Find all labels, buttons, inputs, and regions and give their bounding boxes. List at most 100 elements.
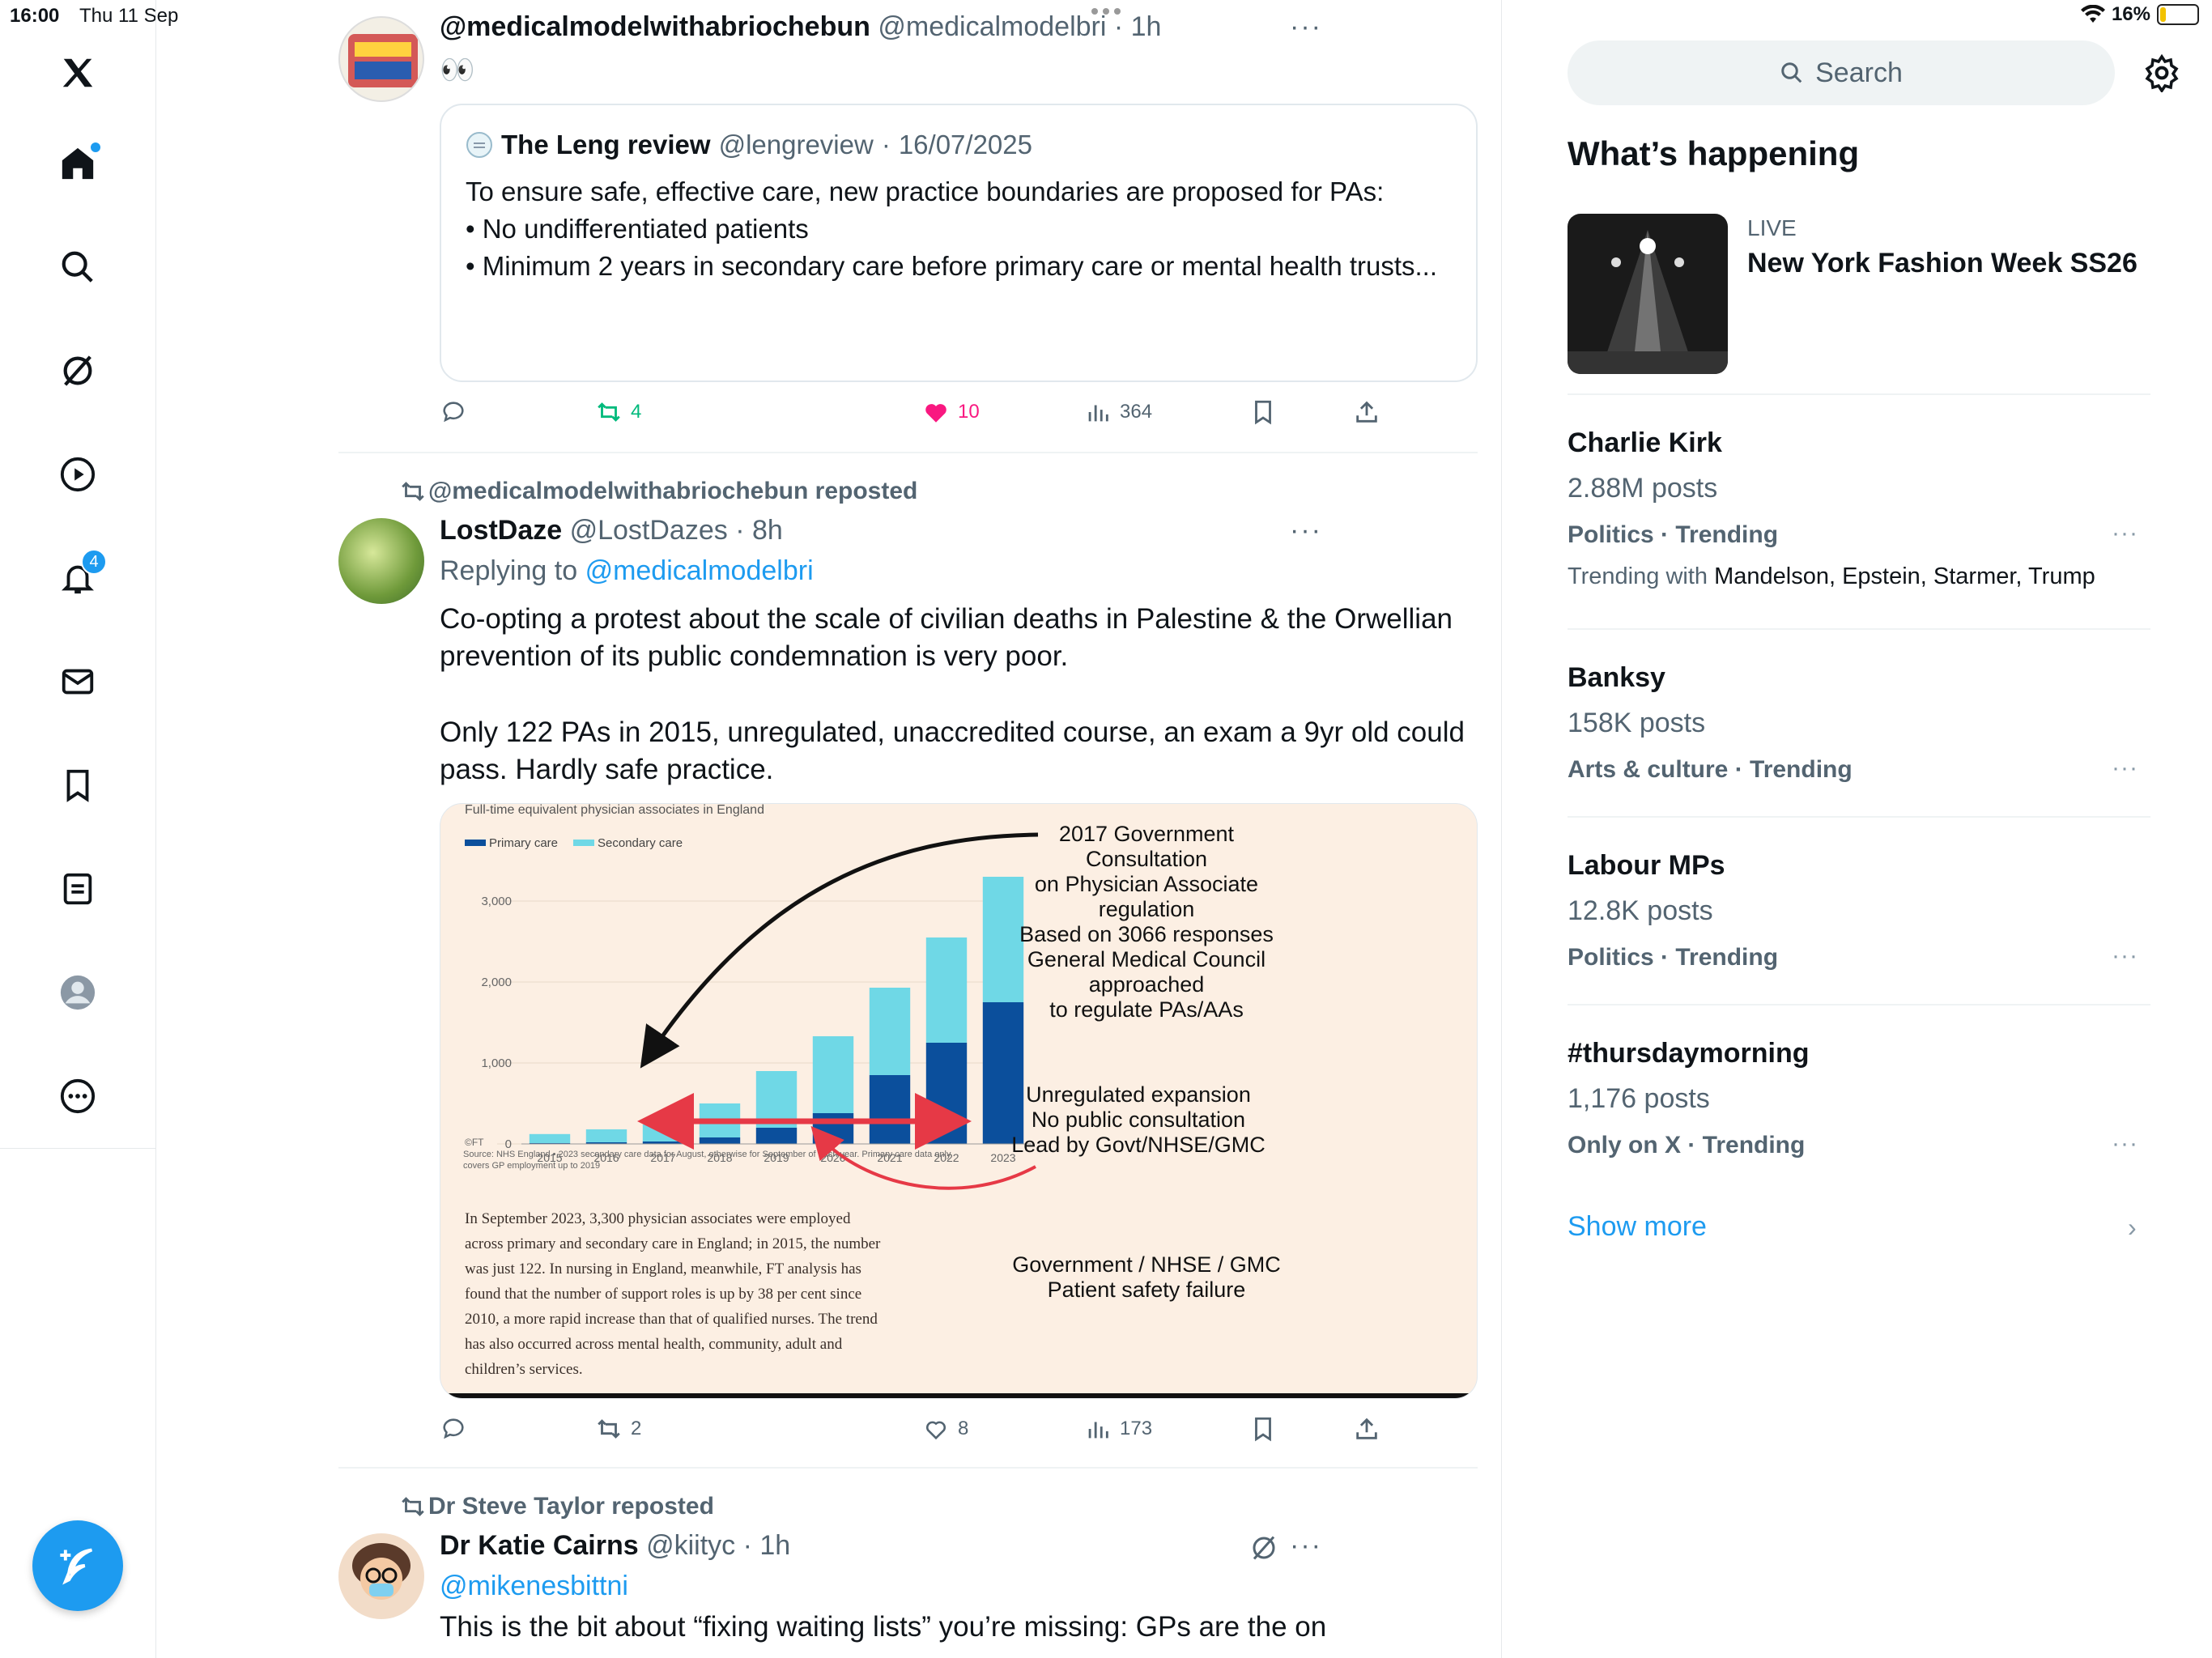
- settings-gear-icon[interactable]: [2142, 53, 2181, 94]
- search-input[interactable]: Search: [1568, 40, 2115, 105]
- views-button[interactable]: 173: [1084, 1415, 1152, 1443]
- search-placeholder: Search: [1815, 57, 1903, 88]
- avatar[interactable]: [338, 518, 424, 604]
- trend-more-icon[interactable]: ···: [2112, 942, 2138, 970]
- grok-icon[interactable]: [53, 346, 102, 395]
- author-handle[interactable]: @medicalmodelbri: [878, 11, 1106, 42]
- article-excerpt: In September 2023, 3,300 physician assoc…: [465, 1210, 881, 1378]
- reply-button[interactable]: [440, 1415, 467, 1443]
- trend-more-icon[interactable]: ···: [2112, 520, 2138, 547]
- lists-icon[interactable]: [53, 865, 102, 913]
- post-time[interactable]: 1h: [759, 1530, 790, 1561]
- live-event-title[interactable]: New York Fashion Week SS26: [1747, 248, 2138, 279]
- like-button[interactable]: 10: [922, 398, 980, 426]
- author-name[interactable]: Dr Katie Cairns: [440, 1530, 639, 1561]
- annotation-line: 2017 Government: [1059, 822, 1235, 846]
- bar-secondary-care: [925, 937, 968, 1043]
- annotation-line: found that the number of support roles i…: [465, 1286, 861, 1303]
- views-chart-icon: [1088, 1422, 1108, 1439]
- reply-bubble-icon: [443, 402, 464, 423]
- annotation-line: General Medical Council: [1027, 947, 1266, 971]
- author-handle[interactable]: @LostDazes: [570, 515, 728, 546]
- reply-button[interactable]: [440, 398, 467, 426]
- tweet-text-paragraph-2: Only 122 PAs in 2015, unregulated, unacc…: [440, 716, 1465, 785]
- y-tick-label: 3,000: [481, 895, 512, 908]
- repost-button[interactable]: 4: [595, 398, 641, 426]
- like-button[interactable]: 8: [922, 1415, 968, 1443]
- share-upload-icon: [1356, 401, 1377, 423]
- quote-avatar: [466, 132, 492, 158]
- annotation-line: across primary and secondary care in Eng…: [465, 1235, 881, 1252]
- avatar[interactable]: [338, 1533, 424, 1619]
- bookmark-button[interactable]: [1249, 398, 1277, 426]
- author-name[interactable]: LostDaze: [440, 515, 562, 546]
- quoted-tweet-card[interactable]: The Leng review @lengreview · 16/07/2025 T…: [440, 104, 1478, 382]
- trend-post-count: 2.88M posts: [1568, 473, 1718, 504]
- share-button[interactable]: [1353, 1415, 1380, 1443]
- tweet-text-paragraph-1: Co-opting a protest about the scale of c…: [440, 603, 1453, 672]
- profile-avatar-icon[interactable]: [53, 968, 102, 1017]
- bar-primary-care: [812, 1113, 854, 1144]
- post-time[interactable]: 8h: [752, 515, 783, 546]
- bar-primary-care: [925, 1043, 968, 1144]
- avatar[interactable]: [338, 16, 424, 102]
- tweet-text: This is the bit about “fixing waiting li…: [440, 1611, 1327, 1643]
- show-more-link[interactable]: Show more: [1568, 1211, 1707, 1243]
- bookmark-icon: [1255, 400, 1271, 425]
- bar-primary-care: [699, 1137, 741, 1144]
- share-upload-icon: [1356, 1418, 1377, 1439]
- bookmark-icon: [1255, 1417, 1271, 1442]
- bar-primary-care: [982, 1002, 1024, 1144]
- annotation-line: Patient safety failure: [1048, 1278, 1246, 1302]
- author-name[interactable]: @medicalmodelwithabriochebun: [440, 11, 870, 42]
- tweet-separator: [338, 452, 1478, 453]
- replying-to-mention[interactable]: @medicalmodelbri: [585, 555, 814, 586]
- bookmarks-icon[interactable]: [53, 761, 102, 810]
- compose-post-button[interactable]: [32, 1520, 123, 1611]
- trend-more-icon[interactable]: ···: [2112, 755, 2138, 782]
- home-icon[interactable]: [53, 139, 102, 188]
- annotation-line: No public consultation: [1032, 1107, 1245, 1132]
- annotation-line: children’s services.: [465, 1361, 583, 1378]
- reposted-by-label[interactable]: @medicalmodelwithabriochebun reposted: [428, 478, 917, 505]
- repost-button[interactable]: 2: [595, 1415, 641, 1443]
- legend-label: Secondary care: [598, 836, 683, 850]
- trend-post-count: 158K posts: [1568, 708, 1706, 738]
- x-logo-icon[interactable]: [53, 49, 102, 97]
- trend-separator: [1568, 393, 2150, 395]
- trend-name[interactable]: Charlie Kirk: [1568, 427, 1722, 459]
- mention-link[interactable]: @mikenesbittni: [440, 1571, 628, 1602]
- trend-category: Arts & culture · Trending: [1568, 756, 1853, 783]
- share-button[interactable]: [1353, 398, 1380, 426]
- messages-envelope-icon[interactable]: [53, 657, 102, 706]
- live-event-thumbnail[interactable]: [1568, 214, 1728, 374]
- attached-chart-image[interactable]: Full-time equivalent physician associate…: [440, 803, 1478, 1399]
- chevron-right-icon: ›: [2128, 1213, 2137, 1242]
- video-play-icon[interactable]: [53, 450, 102, 499]
- search-icon[interactable]: [53, 243, 102, 291]
- post-time[interactable]: 1h: [1131, 11, 1162, 42]
- chart-source-wrapper: Source: NHS England • 2023 secondary car…: [463, 1150, 951, 1171]
- trend-separator: [1568, 816, 2150, 818]
- repost-count: 4: [631, 401, 642, 423]
- more-options-icon[interactable]: ···: [1290, 515, 1322, 546]
- trend-category: Politics · Trending: [1568, 521, 1779, 548]
- trend-name[interactable]: #thursdaymorning: [1568, 1038, 1809, 1069]
- bookmark-button[interactable]: [1249, 1415, 1277, 1443]
- author-handle[interactable]: @kiityc: [646, 1530, 735, 1561]
- trend-name[interactable]: Banksy: [1568, 662, 1665, 694]
- annotation-line: Lead by Govt/NHSE/GMC: [1011, 1133, 1266, 1157]
- more-options-icon[interactable]: [53, 1072, 102, 1120]
- more-options-icon[interactable]: ···: [1290, 1530, 1322, 1562]
- notifications-bell-icon[interactable]: 4: [53, 549, 107, 602]
- bar-primary-care: [869, 1075, 911, 1144]
- more-options-icon[interactable]: ···: [1290, 11, 1322, 43]
- views-button[interactable]: 364: [1084, 398, 1152, 426]
- reposted-by-label[interactable]: Dr Steve Taylor reposted: [428, 1493, 714, 1520]
- trend-more-icon[interactable]: ···: [2112, 1130, 2138, 1158]
- grok-icon[interactable]: [1249, 1533, 1278, 1562]
- trend-name[interactable]: Labour MPs: [1568, 850, 1725, 882]
- trending-with-topics[interactable]: Mandelson, Epstein, Starmer, Trump: [1714, 563, 2095, 589]
- quote-author-handle: @lengreview: [718, 130, 874, 159]
- bar-secondary-care: [982, 877, 1024, 1002]
